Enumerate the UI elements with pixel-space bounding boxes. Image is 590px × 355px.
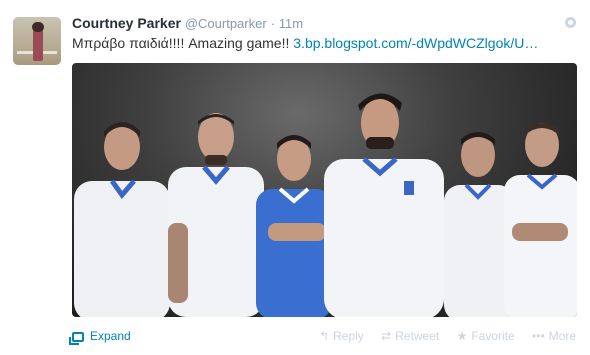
tweet-footer: Expand ↰ Reply ⇄ Retweet ★ Favorite ••• More [0,325,590,347]
tweet: Courtney Parker @Courtparker · 11m Μπράβ… [0,0,590,355]
retweet-icon: ⇄ [381,329,392,343]
favorite-button[interactable]: ★ Favorite [457,325,515,347]
player-figure [168,113,264,317]
separator: · [270,16,275,31]
tweet-text: Μπράβο παιδιά!!!! Amazing game!! 3.bp.bl… [72,33,538,53]
more-button[interactable]: ••• More [532,325,576,347]
player-figure [504,123,577,317]
user-handle[interactable]: @Courtparker [185,16,267,31]
star-icon: ★ [456,329,468,343]
more-label: More [548,329,576,343]
player-figure [324,93,444,317]
team-photo-illustration [74,93,577,317]
retweet-button[interactable]: ⇄ Retweet [381,325,439,347]
reply-label: Reply [333,329,364,343]
reply-button[interactable]: ↰ Reply [319,325,364,347]
expand-icon [69,332,84,345]
timestamp[interactable]: 11m [279,16,303,31]
avatar[interactable] [13,17,61,65]
user-name[interactable]: Courtney Parker [72,15,181,31]
tweet-text-body: Μπράβο παιδιά!!!! Amazing game!! [72,35,294,51]
expand-button[interactable]: Expand [69,325,131,347]
tweet-header: Courtney Parker @Courtparker · 11m [72,14,303,33]
ellipsis-icon: ••• [532,329,545,343]
favorite-label: Favorite [471,329,515,343]
player-figure [74,122,170,317]
reply-icon: ↰ [319,329,330,343]
tweet-actions: ↰ Reply ⇄ Retweet ★ Favorite ••• More [305,325,576,347]
tweet-link[interactable]: 3.bp.blogspot.com/-dWpdWCZlgok/U… [293,35,538,51]
retweet-label: Retweet [395,329,440,343]
player-figure [256,135,332,317]
expand-label: Expand [90,329,131,343]
gear-icon[interactable] [565,17,576,28]
tweet-photo[interactable] [72,63,577,317]
player-figure [444,132,514,317]
